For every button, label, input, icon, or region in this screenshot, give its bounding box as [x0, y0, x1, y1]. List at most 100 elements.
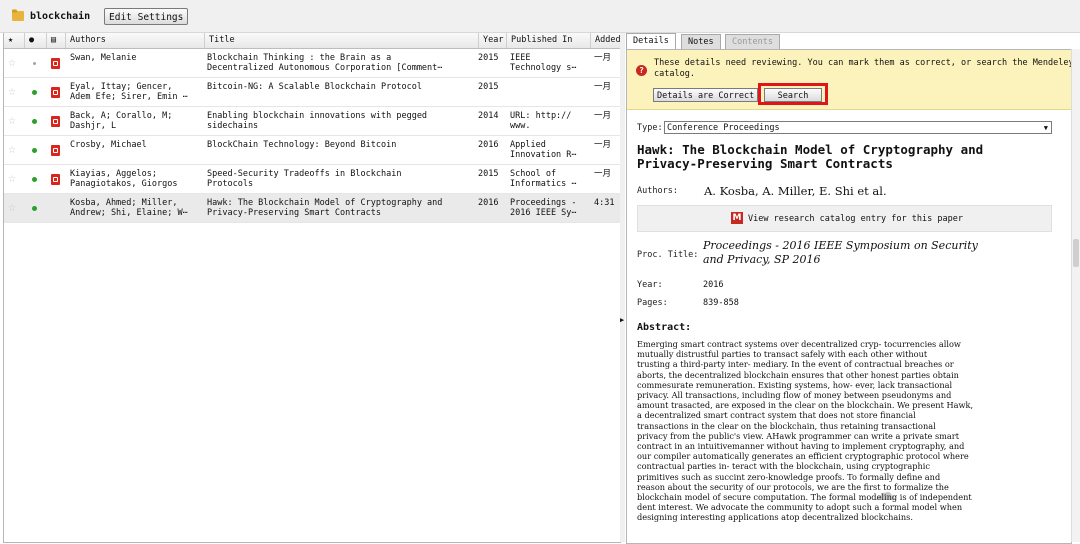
pdf-icon[interactable]	[51, 174, 60, 185]
row-year: 2016	[478, 140, 499, 150]
pane-splitter[interactable]: ▶	[620, 33, 625, 542]
abstract-label: Abstract:	[637, 322, 692, 333]
folder-toolbar: blockchain Edit Settings	[0, 0, 1080, 33]
type-select-value: Conference Proceedings	[667, 123, 780, 133]
row-published-in: IEEE Technology s⋯	[510, 53, 577, 73]
pdf-icon[interactable]	[51, 87, 60, 98]
row-authors: Eyal, Ittay; Gencer, Adem Efe; Sirer, Em…	[70, 82, 188, 102]
row-authors: Kiayias, Aggelos; Panagiotakos, Giorgos	[70, 169, 178, 189]
read-status-icon[interactable]	[33, 62, 36, 65]
catalog-entry-text: View research catalog entry for this pap…	[748, 214, 963, 224]
proc-title-label: Proc. Title:	[637, 250, 699, 260]
row-added: 一月	[594, 140, 612, 150]
authors-label: Authors:	[637, 186, 678, 196]
row-year: 2016	[478, 198, 499, 208]
star-icon[interactable]: ☆	[8, 56, 16, 69]
read-status-icon[interactable]	[32, 90, 37, 95]
row-year: 2015	[478, 53, 499, 63]
star-icon[interactable]: ☆	[8, 114, 16, 127]
year-value[interactable]: 2016	[703, 280, 723, 290]
chevron-down-icon: ▼	[1043, 124, 1048, 132]
row-title: Speed-Security Tradeoffs in Blockchain P…	[207, 169, 402, 189]
authors-column-header[interactable]: Authors	[65, 33, 204, 48]
document-list: ★ ● ▤ Authors Title Year Published In Ad…	[3, 33, 621, 543]
authors-value[interactable]: A. Kosba, A. Miller, E. Shi et al.	[704, 184, 887, 198]
row-year: 2015	[478, 82, 499, 92]
year-column-header[interactable]: Year	[478, 33, 506, 48]
details-correct-button[interactable]: Details are Correct	[653, 88, 759, 102]
added-column-header[interactable]: Added	[590, 33, 620, 48]
read-status-icon[interactable]	[32, 177, 37, 182]
mendeley-icon: M	[731, 212, 743, 224]
row-published-in: URL: http:// www.	[510, 111, 572, 131]
row-authors: Swan, Melanie	[70, 53, 137, 63]
year-label: Year:	[637, 280, 663, 290]
favorite-column-header[interactable]: ★	[4, 33, 24, 48]
star-icon[interactable]: ☆	[8, 85, 16, 98]
row-published-in: School of Informatics ⋯	[510, 169, 577, 189]
read-status-icon[interactable]	[32, 206, 37, 211]
row-published-in: Proceedings - 2016 IEEE Sy⋯	[510, 198, 577, 218]
folder-title: blockchain	[30, 11, 91, 22]
row-title: Enabling blockchain innovations with peg…	[207, 111, 428, 131]
row-year: 2014	[478, 111, 499, 121]
details-panel: ? These details need reviewing. You can …	[626, 49, 1072, 544]
pages-label: Pages:	[637, 298, 668, 308]
table-row[interactable]: ☆ Crosby, Michael BlockChain Technology:…	[4, 136, 620, 165]
read-status-icon[interactable]	[32, 119, 37, 124]
row-added: 一月	[594, 111, 612, 121]
scrollbar-thumb[interactable]	[1073, 239, 1079, 267]
read-status-icon: ●	[29, 35, 35, 45]
document-title[interactable]: Hawk: The Blockchain Model of Cryptograp…	[637, 143, 1057, 171]
document-icon: ▤	[51, 35, 57, 45]
pdf-icon[interactable]	[51, 116, 60, 127]
star-icon[interactable]: ☆	[8, 201, 16, 214]
tab-notes[interactable]: Notes	[681, 34, 721, 49]
row-title: Hawk: The Blockchain Model of Cryptograp…	[207, 198, 443, 218]
table-row[interactable]: ☆ Kiayias, Aggelos; Panagiotakos, Giorgo…	[4, 165, 620, 194]
row-authors: Back, A; Corallo, M; Dashjr, L	[70, 111, 173, 131]
watermark-icon: ☁	[874, 481, 896, 506]
tab-details[interactable]: Details	[626, 33, 676, 50]
pdf-icon[interactable]	[51, 145, 60, 156]
published-in-column-header[interactable]: Published In	[506, 33, 590, 48]
row-added: 一月	[594, 169, 612, 179]
search-highlight-box	[758, 83, 828, 105]
row-title: Bitcoin-NG: A Scalable Blockchain Protoc…	[207, 82, 422, 92]
tab-contents: Contents	[725, 34, 780, 49]
row-added: 一月	[594, 53, 612, 63]
folder-icon	[12, 9, 24, 21]
star-icon: ★	[8, 35, 14, 45]
table-row[interactable]: ☆ Back, A; Corallo, M; Dashjr, L Enablin…	[4, 107, 620, 136]
edit-settings-button[interactable]: Edit Settings	[104, 8, 189, 25]
star-icon[interactable]: ☆	[8, 143, 16, 156]
row-year: 2015	[478, 169, 499, 179]
title-column-header[interactable]: Title	[204, 33, 478, 48]
details-scrollbar[interactable]	[1071, 49, 1080, 542]
review-notice-text: These details need reviewing. You can ma…	[654, 58, 1072, 79]
table-row[interactable]: ☆ Swan, Melanie Blockchain Thinking : th…	[4, 49, 620, 78]
table-row-selected[interactable]: ☆ Kosba, Ahmed; Miller, Andrew; Shi, Ela…	[4, 194, 620, 223]
file-column-header[interactable]: ▤	[46, 33, 65, 48]
row-authors: Kosba, Ahmed; Miller, Andrew; Shi, Elain…	[70, 198, 188, 218]
table-header: ★ ● ▤ Authors Title Year Published In Ad…	[4, 33, 620, 49]
detail-tabs: Details Notes Contents	[626, 33, 1080, 50]
review-notice: ? These details need reviewing. You can …	[627, 50, 1071, 110]
row-authors: Crosby, Michael	[70, 140, 147, 150]
question-icon: ?	[636, 65, 647, 76]
row-added: 一月	[594, 82, 612, 92]
type-label: Type:	[637, 123, 663, 133]
type-select[interactable]: Conference Proceedings ▼	[664, 121, 1052, 134]
pdf-icon[interactable]	[51, 58, 60, 69]
catalog-entry-link[interactable]: M View research catalog entry for this p…	[637, 205, 1052, 232]
table-row[interactable]: ☆ Eyal, Ittay; Gencer, Adem Efe; Sirer, …	[4, 78, 620, 107]
read-status-column-header[interactable]: ●	[24, 33, 46, 48]
star-icon[interactable]: ☆	[8, 172, 16, 185]
collapse-arrow-icon[interactable]: ▶	[620, 316, 624, 324]
read-status-icon[interactable]	[32, 148, 37, 153]
proc-title-value[interactable]: Proceedings - 2016 IEEE Symposium on Sec…	[703, 239, 1043, 267]
pages-value[interactable]: 839-858	[703, 298, 739, 308]
abstract-text[interactable]: Emerging smart contract systems over dec…	[637, 339, 1062, 523]
row-title: Blockchain Thinking : the Brain as a Dec…	[207, 53, 443, 73]
row-added: 4:31	[594, 198, 615, 208]
